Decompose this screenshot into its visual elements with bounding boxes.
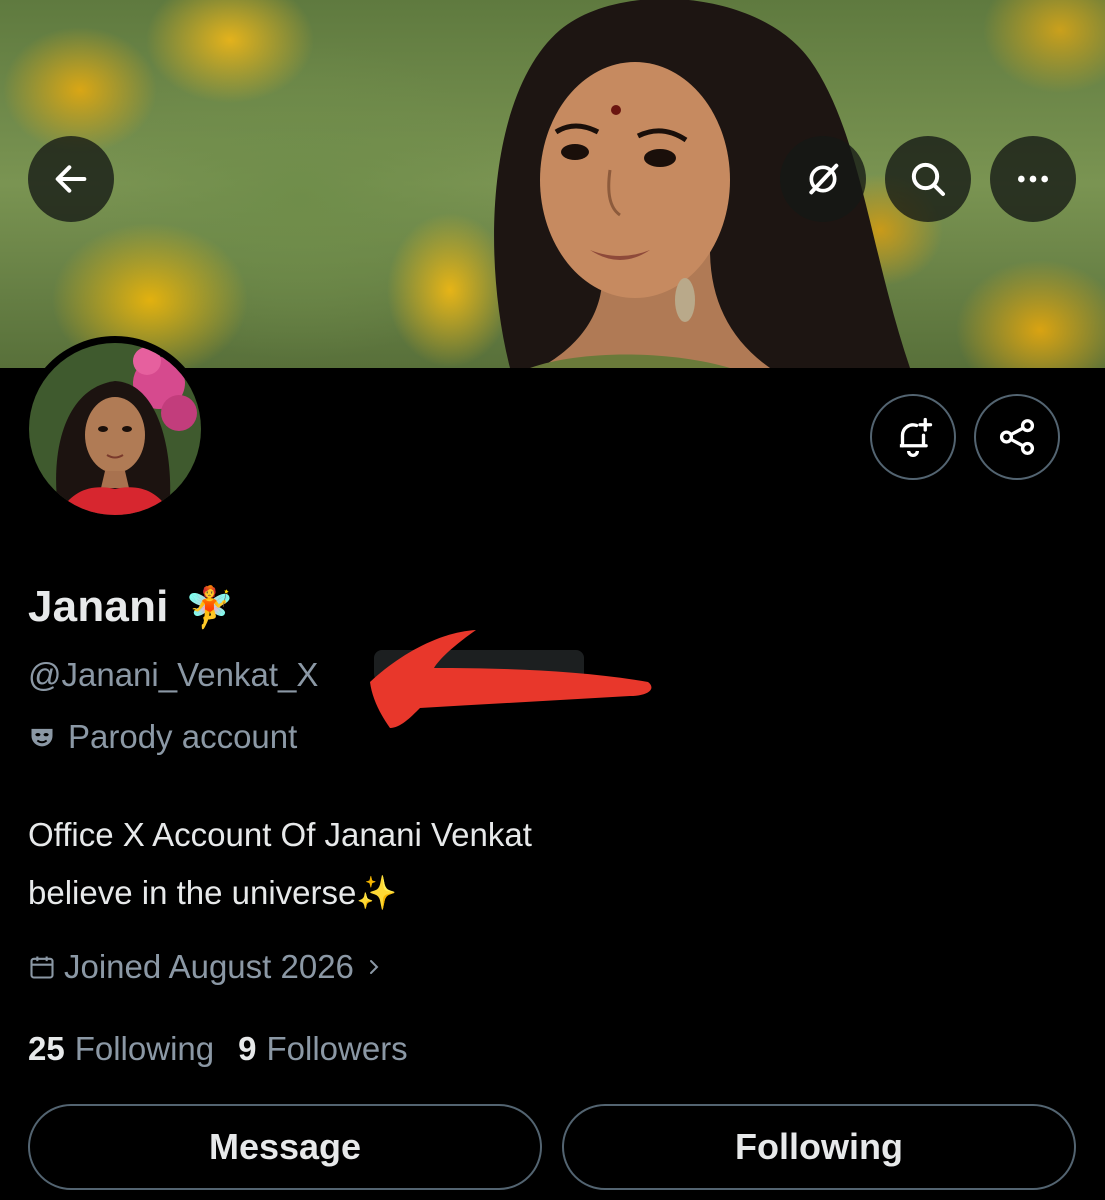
parody-label: Parody account <box>68 718 298 755</box>
back-button[interactable] <box>28 136 114 222</box>
grok-button[interactable] <box>780 136 866 222</box>
display-name: Janani <box>28 582 169 631</box>
calendar-icon <box>30 956 54 979</box>
followers-count[interactable]: 9 <box>238 1030 256 1068</box>
joined-date: Joined August 2026 <box>64 948 354 985</box>
share-button[interactable] <box>974 394 1060 480</box>
bio-line-1: Office X Account Of Janani Venkat <box>28 816 532 853</box>
followers-link[interactable]: Followers <box>266 1030 407 1068</box>
mask-icon <box>31 728 53 747</box>
name-emoji: 🧚 <box>184 585 235 630</box>
profile-banner[interactable] <box>0 0 1105 368</box>
grok-icon <box>809 163 839 195</box>
chevron-right-icon <box>369 960 379 974</box>
search-icon <box>911 162 945 196</box>
banner-photo <box>494 0 910 368</box>
bio-line-2: believe in the universe✨ <box>28 874 398 911</box>
handle-row: @Janani_Venkat_X <box>28 656 318 694</box>
following-count[interactable]: 25 <box>28 1030 65 1068</box>
following-button[interactable]: Following <box>562 1104 1076 1190</box>
parody-label-row: Parody account <box>28 718 297 756</box>
joined-row[interactable]: Joined August 2026 <box>28 948 386 986</box>
username-handle: @Janani_Venkat_X <box>28 656 319 693</box>
notifications-button[interactable] <box>870 394 956 480</box>
avatar-photo <box>29 343 201 515</box>
more-button[interactable] <box>990 136 1076 222</box>
bio: Office X Account Of Janani Venkat believ… <box>28 806 928 922</box>
bell-plus-icon <box>899 417 933 458</box>
follow-stats: 25 Following 9 Followers <box>28 1030 422 1068</box>
avatar[interactable] <box>22 336 208 522</box>
name-row: Janani 🧚 <box>28 582 234 632</box>
red-scribble-redaction <box>370 630 652 728</box>
share-icon <box>999 419 1035 455</box>
more-horizontal-icon <box>1018 175 1048 183</box>
message-button[interactable]: Message <box>28 1104 542 1190</box>
following-link[interactable]: Following <box>75 1030 214 1068</box>
arrow-left-icon <box>55 165 87 193</box>
search-button[interactable] <box>885 136 971 222</box>
